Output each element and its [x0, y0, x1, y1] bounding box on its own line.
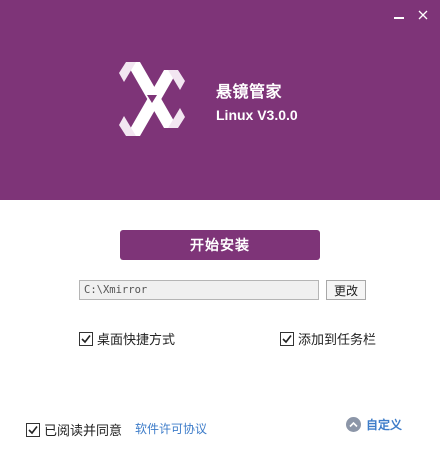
- x-ribbon-logo: [119, 62, 185, 136]
- close-button[interactable]: [412, 4, 434, 26]
- change-path-button[interactable]: 更改: [326, 280, 366, 300]
- checkmark-icon: [282, 334, 292, 343]
- license-agreement-link[interactable]: 软件许可协议: [135, 420, 207, 437]
- app-name: 悬镜管家: [216, 82, 283, 101]
- minimize-button[interactable]: [388, 4, 410, 26]
- custom-install-label: 自定义: [366, 418, 403, 432]
- desktop-shortcut-label: 桌面快捷方式: [97, 333, 176, 348]
- taskbar-pin-label: 添加到任务栏: [298, 333, 377, 348]
- checkmark-icon: [81, 334, 91, 343]
- minimize-icon: [394, 17, 404, 19]
- agree-checkbox[interactable]: [26, 422, 40, 437]
- agree-option[interactable]: 已阅读并同意: [26, 420, 122, 439]
- checkmark-icon: [28, 425, 38, 434]
- custom-install-button[interactable]: 自定义: [346, 416, 402, 433]
- start-install-button[interactable]: 开始安装: [120, 230, 320, 260]
- agree-label: 已阅读并同意: [44, 424, 123, 439]
- header-banner: 悬镜管家 Linux V3.0.0: [0, 0, 440, 200]
- close-icon: [418, 10, 428, 20]
- taskbar-pin-option[interactable]: 添加到任务栏: [280, 329, 376, 348]
- desktop-shortcut-checkbox[interactable]: [79, 331, 93, 346]
- chevron-up-circle-icon: [346, 417, 361, 432]
- install-path-input[interactable]: C:\Xmirror: [79, 280, 319, 300]
- app-version: Linux V3.0.0: [216, 107, 298, 123]
- taskbar-pin-checkbox[interactable]: [280, 331, 294, 346]
- desktop-shortcut-option[interactable]: 桌面快捷方式: [79, 329, 175, 348]
